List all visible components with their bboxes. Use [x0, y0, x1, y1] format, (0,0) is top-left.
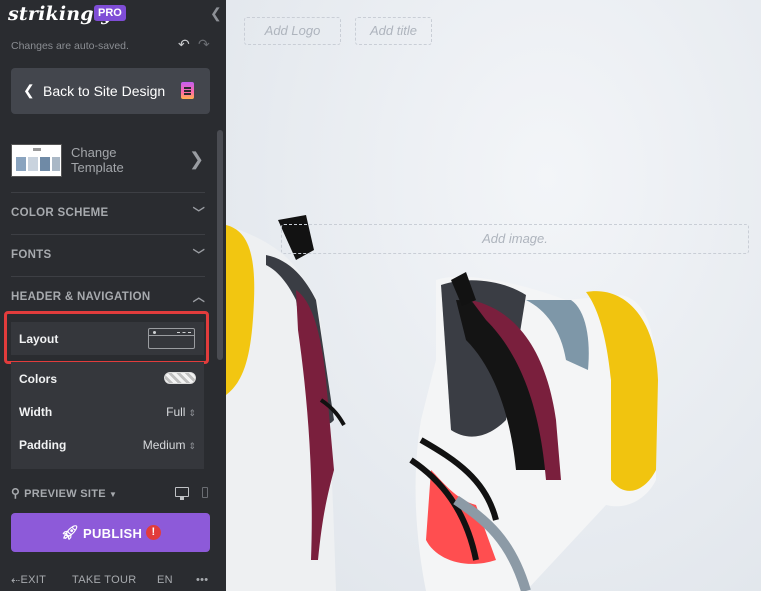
caret-down-icon: ▼	[108, 490, 118, 499]
mobile-view-icon[interactable]	[202, 487, 208, 498]
padding-value[interactable]: Medium ⇕	[143, 438, 196, 452]
back-button-label: Back to Site Design	[43, 83, 166, 99]
redo-icon[interactable]: ↷	[198, 36, 210, 53]
document-icon	[181, 82, 194, 99]
layout-highlight-box	[4, 311, 209, 364]
right-shoe	[409, 272, 658, 591]
change-template-label: Change Template	[71, 145, 124, 175]
add-logo-placeholder[interactable]: Add Logo	[244, 17, 341, 45]
stepper-icon: ⇕	[188, 408, 196, 418]
more-options-icon[interactable]: •••	[196, 574, 208, 586]
padding-label: Padding	[19, 438, 67, 452]
publish-button[interactable]: 🚀︎ PUBLISH !	[11, 513, 210, 552]
publish-label: PUBLISH	[83, 526, 143, 541]
chevron-down-icon: ﹀	[192, 248, 205, 262]
desktop-view-icon[interactable]	[175, 487, 189, 500]
take-tour-link[interactable]: TAKE TOUR	[72, 574, 136, 586]
chevron-left-icon: ❮	[23, 82, 35, 98]
section-label: HEADER & NAVIGATION	[11, 291, 151, 303]
section-fonts[interactable]: FONTS ﹀	[11, 241, 205, 271]
sidebar-scrollbar[interactable]	[217, 130, 223, 360]
divider	[11, 234, 205, 235]
rocket-icon: 🚀︎	[61, 524, 80, 540]
sidebar-header: strikingly PRO ❮	[0, 0, 226, 30]
hero-image-shoes	[226, 215, 658, 591]
section-color-scheme[interactable]: COLOR SCHEME ﹀	[11, 199, 205, 229]
chevron-down-icon: ﹀	[192, 206, 205, 220]
more-settings-row	[11, 461, 204, 469]
colors-setting[interactable]: Colors	[11, 362, 204, 395]
chevron-up-icon: ︿	[192, 290, 205, 304]
change-template-button[interactable]: Change Template ❯	[11, 141, 210, 181]
padding-setting[interactable]: Padding Medium ⇕	[11, 428, 204, 461]
left-shoe	[226, 215, 346, 591]
pro-badge: PRO	[94, 5, 126, 21]
width-setting[interactable]: Width Full ⇕	[11, 395, 204, 428]
alert-icon: !	[146, 525, 161, 540]
colors-label: Colors	[19, 372, 58, 386]
divider	[11, 192, 205, 193]
width-value[interactable]: Full ⇕	[166, 405, 196, 419]
site-preview-canvas: Add Logo Add title Add image.	[226, 0, 761, 591]
width-label: Width	[19, 405, 53, 419]
section-label: FONTS	[11, 249, 52, 261]
collapse-sidebar-icon[interactable]: ❮	[210, 5, 222, 22]
section-header-navigation[interactable]: HEADER & NAVIGATION ︿	[11, 283, 205, 313]
editor-sidebar: strikingly PRO ❮ Changes are auto-saved.…	[0, 0, 226, 591]
search-icon: ⚲	[11, 486, 21, 500]
add-image-placeholder[interactable]: Add image.	[281, 224, 749, 254]
add-title-placeholder[interactable]: Add title	[355, 17, 432, 45]
undo-icon[interactable]: ↶	[178, 36, 190, 53]
section-label: COLOR SCHEME	[11, 207, 109, 219]
back-to-site-design-button[interactable]: ❮ Back to Site Design	[11, 68, 210, 114]
autosave-status: Changes are auto-saved.	[11, 40, 129, 52]
checker-toggle-icon[interactable]	[164, 372, 196, 384]
preview-site-dropdown[interactable]: ⚲ PREVIEW SITE ▼	[11, 486, 117, 500]
chevron-right-icon: ❯	[189, 149, 205, 169]
language-link[interactable]: EN	[157, 574, 173, 586]
stepper-icon: ⇕	[188, 441, 196, 451]
divider	[11, 276, 205, 277]
template-thumbnail	[11, 144, 62, 177]
exit-link[interactable]: ⇠ EXIT	[11, 574, 46, 587]
